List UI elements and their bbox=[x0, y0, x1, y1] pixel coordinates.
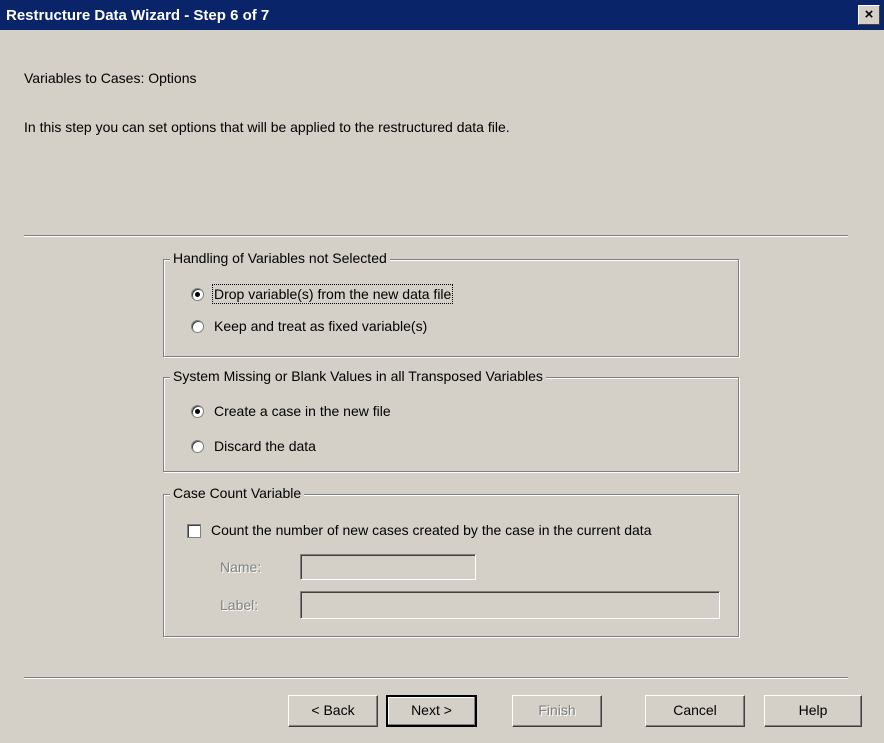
step-heading: Variables to Cases: Options bbox=[24, 70, 197, 86]
create-case-radio[interactable] bbox=[191, 405, 204, 418]
step-description: In this step you can set options that wi… bbox=[24, 119, 510, 135]
drop-variables-radio[interactable] bbox=[191, 288, 204, 301]
label-label: Label: bbox=[220, 597, 259, 613]
name-label: Name: bbox=[220, 559, 262, 575]
count-cases-checkbox[interactable] bbox=[187, 524, 201, 538]
cancel-button[interactable]: Cancel bbox=[645, 695, 745, 727]
back-button[interactable]: < Back bbox=[288, 695, 378, 727]
count-cases-label[interactable]: Count the number of new cases created by… bbox=[211, 522, 651, 538]
missing-values-legend: System Missing or Blank Values in all Tr… bbox=[170, 368, 546, 384]
name-field[interactable] bbox=[300, 554, 476, 580]
top-separator bbox=[24, 235, 848, 237]
label-field[interactable] bbox=[300, 591, 720, 619]
handling-group: Handling of Variables not Selected bbox=[163, 250, 739, 357]
next-button[interactable]: Next > bbox=[386, 695, 477, 727]
missing-values-group: System Missing or Blank Values in all Tr… bbox=[163, 368, 739, 472]
drop-variables-label[interactable]: Drop variable(s) from the new data file bbox=[211, 284, 454, 304]
close-icon[interactable]: × bbox=[858, 5, 880, 25]
handling-legend: Handling of Variables not Selected bbox=[170, 250, 390, 266]
keep-fixed-label[interactable]: Keep and treat as fixed variable(s) bbox=[214, 318, 427, 334]
help-button[interactable]: Help bbox=[764, 695, 862, 727]
discard-data-label[interactable]: Discard the data bbox=[214, 438, 316, 454]
create-case-label[interactable]: Create a case in the new file bbox=[214, 403, 391, 419]
finish-button[interactable]: Finish bbox=[512, 695, 602, 727]
case-count-legend: Case Count Variable bbox=[170, 485, 305, 501]
title-bar: Restructure Data Wizard - Step 6 of 7 × bbox=[0, 0, 884, 30]
window-title: Restructure Data Wizard - Step 6 of 7 bbox=[6, 7, 270, 24]
discard-data-radio[interactable] bbox=[191, 440, 204, 453]
keep-fixed-radio[interactable] bbox=[191, 320, 204, 333]
bottom-separator bbox=[24, 677, 848, 679]
